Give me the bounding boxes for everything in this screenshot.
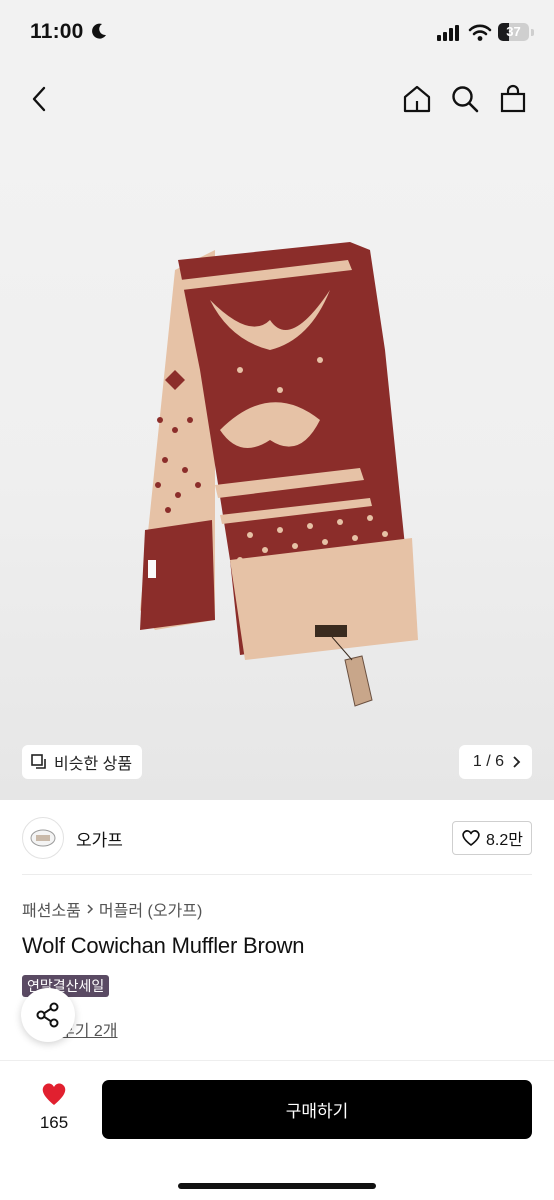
share-icon xyxy=(36,1002,59,1028)
breadcrumb-item[interactable]: 패션소품 xyxy=(22,897,81,921)
status-bar: 11:00 37 xyxy=(0,0,554,66)
breadcrumb: 패션소품 머플러 (오가프) xyxy=(22,897,202,921)
breadcrumb-item[interactable]: 머플러 (오가프) xyxy=(99,897,202,921)
wishlist-button[interactable]: 165 xyxy=(28,1081,80,1133)
image-counter[interactable]: 1 / 6 xyxy=(458,745,532,779)
chevron-right-icon xyxy=(513,756,521,768)
seller-like-count: 8.2만 xyxy=(486,832,523,849)
search-icon xyxy=(452,86,479,113)
moon-icon xyxy=(92,23,106,39)
seller-row[interactable]: 오가프 8.2만 xyxy=(22,814,532,862)
product-image[interactable] xyxy=(120,230,430,720)
image-counter-text: 1 / 6 xyxy=(472,753,504,770)
similar-products-label: 비슷한 상품 xyxy=(54,756,133,773)
status-time: 11:00 xyxy=(30,20,84,43)
battery-indicator: 37 xyxy=(498,23,529,41)
wifi-icon xyxy=(468,24,492,41)
battery-level: 37 xyxy=(506,24,521,39)
heart-icon xyxy=(42,1083,66,1105)
cellular-signal-icon xyxy=(437,25,459,41)
similar-products-button[interactable]: 비슷한 상품 xyxy=(22,745,143,779)
home-indicator xyxy=(178,1183,376,1189)
buy-button[interactable]: 구매하기 xyxy=(102,1080,532,1139)
share-button[interactable] xyxy=(21,988,75,1042)
seller-name[interactable]: 오가프 xyxy=(76,826,123,851)
back-button[interactable] xyxy=(22,82,56,116)
search-button[interactable] xyxy=(448,82,482,116)
battery-nub xyxy=(531,29,534,36)
chevron-right-icon xyxy=(87,904,93,914)
seller-avatar[interactable] xyxy=(22,817,64,859)
similar-items-icon xyxy=(31,754,46,769)
follow-like-button[interactable]: 8.2만 xyxy=(452,821,532,855)
cart-button[interactable] xyxy=(496,82,530,116)
product-title: Wolf Cowichan Muffler Brown xyxy=(22,933,305,958)
bottom-action-bar: 165 구매하기 xyxy=(0,1060,554,1200)
wishlist-count: 165 xyxy=(39,1113,69,1132)
shopping-bag-icon xyxy=(500,84,526,113)
chevron-left-icon xyxy=(32,86,46,112)
seller-logo-icon xyxy=(30,829,56,847)
product-gallery[interactable]: 비슷한 상품 1 / 6 xyxy=(0,0,554,800)
home-button[interactable] xyxy=(400,82,434,116)
home-icon xyxy=(403,85,431,113)
heart-outline-icon xyxy=(462,830,480,846)
divider xyxy=(22,874,532,875)
